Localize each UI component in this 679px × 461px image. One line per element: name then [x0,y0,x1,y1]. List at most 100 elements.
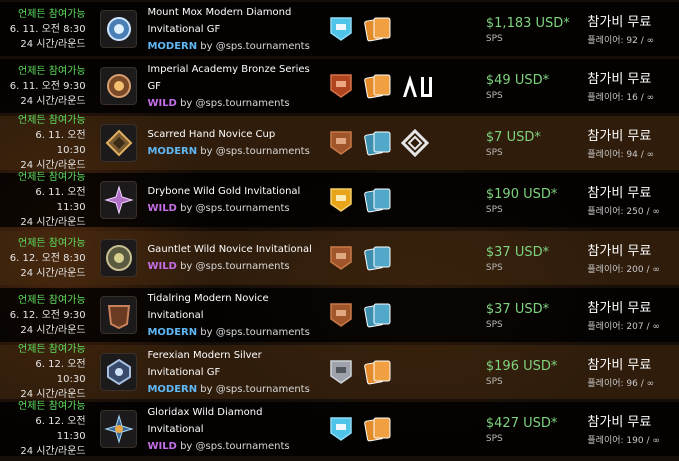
rules-icons [317,71,486,101]
orange-card-set-icon [363,417,391,442]
prize-column: $37 USD* SPS [486,300,588,330]
prize-currency: SPS [485,148,503,158]
prize-currency: SPS [485,263,503,273]
start-date: 6. 11. 오전 10:30 [35,130,86,156]
prize-column: $7 USD* SPS [486,128,588,158]
player-count: 플레이어: 96 / ∞ [587,378,655,389]
name-column: Tidalring Modern Novice Invitational MOD… [147,290,316,341]
prize-column: $190 USD* SPS [486,185,588,215]
diamond-league-icon [329,417,352,441]
rules-icons [317,14,486,44]
tournament-row[interactable]: 언제든 참여가능 6. 12. 오전 11:30 24 시간/라운드 Glori… [0,399,679,459]
tournament-row[interactable]: 언제든 참여가능 6. 11. 오전 11:30 24 시간/라운드 Drybo… [0,170,679,230]
entry-column: 참가비 무료 플레이어: 96 / ∞ [587,356,679,389]
prize-column: $196 USD* SPS [486,357,588,387]
prize-column: $49 USD* SPS [486,71,588,101]
tournament-name[interactable]: Gloridax Wild Diamond Invitational [147,404,316,438]
start-date: 6. 11. 오전 9:30 [9,80,86,92]
prize-amount: $49 USD* [485,73,550,88]
tournament-row[interactable]: 언제든 참여가능 6. 11. 오전 8:30 24 시간/라운드 Mount … [0,2,679,56]
tournament-row[interactable]: 언제든 참여가능 6. 12. 오전 10:30 24 시간/라운드 Ferex… [0,342,679,402]
prize-amount: $7 USD* [485,130,541,145]
entry-column: 참가비 무료 플레이어: 16 / ∞ [587,70,679,103]
entry-column: 참가비 무료 플레이어: 190 / ∞ [587,413,679,446]
format-badge: MODERN [147,146,198,157]
entry-fee: 참가비 무료 [587,300,652,316]
entry-column: 참가비 무료 플레이어: 250 / ∞ [587,184,679,217]
player-count: 플레이어: 207 / ∞ [587,321,660,332]
entry-fee: 참가비 무료 [587,14,652,30]
tournament-row[interactable]: 언제든 참여가능 6. 12. 오전 8:30 24 시간/라운드 Gauntl… [0,231,679,285]
entry-fee: 참가비 무료 [587,243,652,259]
tournament-name[interactable]: Mount Mox Modern Diamond Invitational GF [147,4,316,38]
prize-column: $37 USD* SPS [486,243,588,273]
organizer[interactable]: by @sps.tournaments [180,441,290,452]
novice-league-icon [329,303,352,327]
organizer[interactable]: by @sps.tournaments [180,261,290,272]
tournament-emblem-icon [99,10,138,48]
player-count: 플레이어: 92 / ∞ [587,35,655,46]
diamond-knot-icon [400,129,429,157]
au-logo-icon [402,75,432,97]
blue-card-set-icon [363,246,391,271]
tournament-name[interactable]: Scarred Hand Novice Cup [147,126,316,143]
rules-icons [317,414,486,444]
round-duration: 24 시간/라운드 [20,217,86,228]
prize-column: $427 USD* SPS [486,414,588,444]
time-column: 언제든 참여가능 6. 11. 오전 8:30 24 시간/라운드 [0,7,98,52]
orange-card-set-icon [363,17,391,42]
round-duration: 24 시간/라운드 [20,95,86,107]
player-count: 플레이어: 200 / ∞ [587,264,660,275]
prize-amount: $190 USD* [485,187,558,202]
tournament-name[interactable]: Gauntlet Wild Novice Invitational [147,241,316,258]
organizer[interactable]: by @sps.tournaments [180,203,290,214]
diamond-league-icon [329,17,352,41]
prize-currency: SPS [485,205,503,215]
blue-card-set-icon [363,188,391,213]
tournament-row[interactable]: 언제든 참여가능 6. 11. 오전 9:30 24 시간/라운드 Imperi… [0,59,679,113]
time-column: 언제든 참여가능 6. 12. 오전 10:30 24 시간/라운드 [0,342,98,402]
tournament-row[interactable]: 언제든 참여가능 6. 12. 오전 9:30 24 시간/라운드 Tidalr… [0,288,679,342]
tournament-name[interactable]: Ferexian Modern Silver Invitational GF [147,347,316,381]
tournament-row[interactable]: 언제든 참여가능 6. 11. 오전 10:30 24 시간/라운드 Scarr… [0,115,679,171]
format-badge: WILD [147,261,177,272]
format-badge: MODERN [147,383,198,395]
availability-status: 언제든 참여가능 [18,172,86,183]
prize-amount: $37 USD* [485,302,550,317]
tournament-emblem-icon [99,124,138,162]
rules-icons [317,243,486,273]
tournament-emblem-icon [99,239,138,277]
player-count: 플레이어: 250 / ∞ [587,206,660,217]
entry-column: 참가비 무료 플레이어: 94 / ∞ [587,127,679,160]
prize-currency: SPS [485,377,503,387]
entry-fee: 참가비 무료 [587,185,652,201]
tournament-emblem-icon [99,181,138,219]
name-column: Imperial Academy Bronze Series GF WILD b… [147,61,316,112]
tournament-name[interactable]: Drybone Wild Gold Invitational [147,183,316,200]
prize-amount: $1,183 USD* [485,16,570,31]
availability-status: 언제든 참여가능 [18,115,86,126]
time-column: 언제든 참여가능 6. 11. 오전 11:30 24 시간/라운드 [0,170,98,230]
organizer[interactable]: by @sps.tournaments [200,41,310,52]
name-column: Gauntlet Wild Novice Invitational WILD b… [147,241,316,275]
availability-status: 언제든 참여가능 [18,65,86,77]
start-date: 6. 12. 오전 9:30 [9,309,86,321]
name-column: Gloridax Wild Diamond Invitational WILD … [147,404,316,455]
tournament-name[interactable]: Imperial Academy Bronze Series GF [147,61,316,95]
organizer[interactable]: by @sps.tournaments [200,384,310,395]
name-column: Ferexian Modern Silver Invitational GF M… [147,347,316,398]
tournament-name[interactable]: Tidalring Modern Novice Invitational [147,290,316,324]
organizer[interactable]: by @sps.tournaments [200,327,310,338]
entry-fee: 참가비 무료 [587,128,652,144]
orange-card-set-icon [363,360,391,385]
organizer[interactable]: by @sps.tournaments [180,98,290,109]
start-date: 6. 12. 오전 8:30 [9,252,86,264]
time-column: 언제든 참여가능 6. 12. 오전 11:30 24 시간/라운드 [0,399,98,459]
bronze-league-icon [329,74,352,98]
round-duration: 24 시간/라운드 [20,38,86,50]
availability-status: 언제든 참여가능 [18,8,86,20]
prize-currency: SPS [485,91,503,101]
format-badge: WILD [147,440,177,452]
organizer[interactable]: by @sps.tournaments [200,146,310,157]
format-badge: MODERN [147,326,198,338]
